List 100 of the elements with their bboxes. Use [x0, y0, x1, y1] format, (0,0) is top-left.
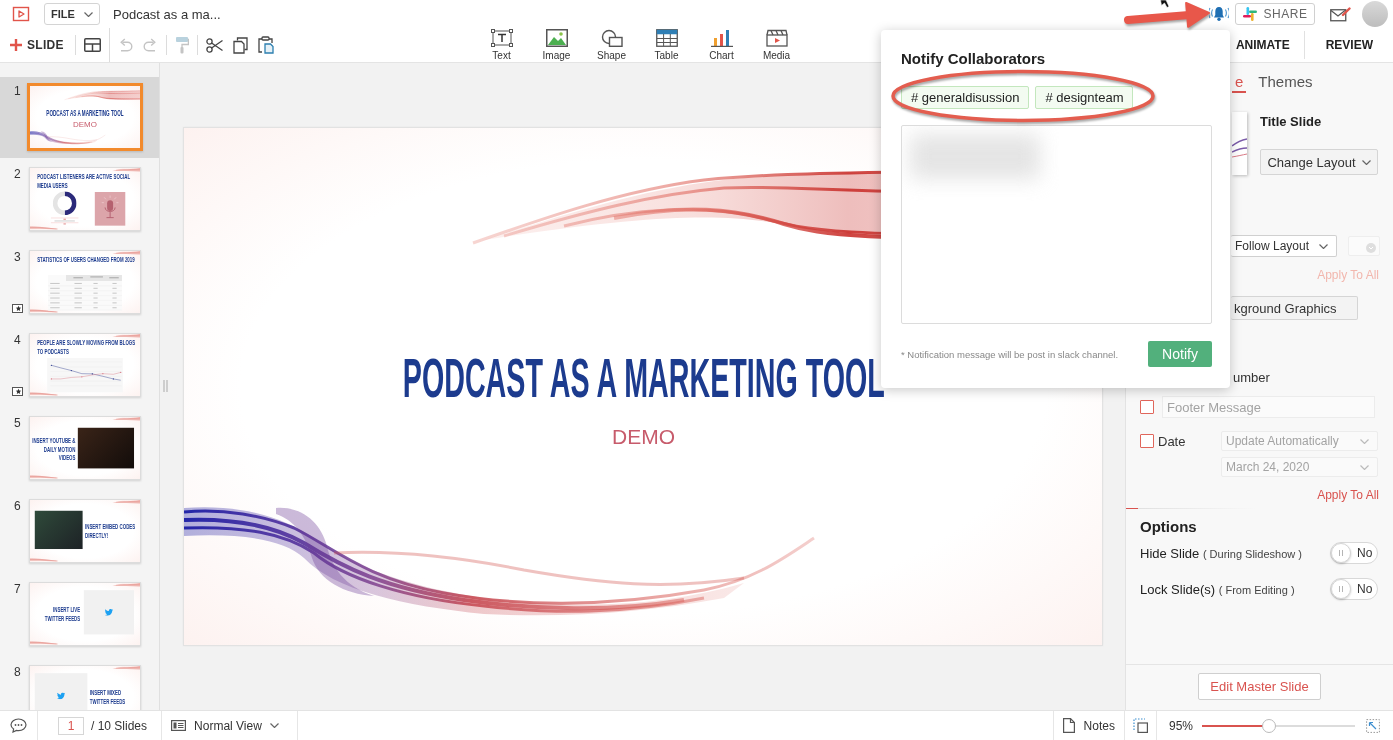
panel-tab[interactable]: e [1232, 73, 1247, 93]
toggle-switch[interactable]: No [1330, 578, 1378, 600]
slide-subtitle: DEMO [612, 423, 675, 450]
corner-wave-drawing [112, 168, 140, 172]
slide-title: INSERT LIVE TWITTER FEEDS [43, 605, 81, 623]
options-heading: Options [1139, 518, 1198, 535]
plus-icon [10, 39, 22, 51]
corner-wave-drawing [112, 583, 140, 587]
table-tool[interactable]: Table [639, 28, 694, 62]
clapperboard-icon [765, 28, 788, 47]
slide-thumbnail[interactable]: PEOPLE ARE SLOWLY MOVING FROM BLOGS TO PODCASTS [29, 333, 141, 397]
background-fill-select[interactable]: Follow Layout [1231, 235, 1337, 257]
toggle-switch[interactable]: No [1330, 542, 1378, 564]
popup-title: Notify Collaborators [901, 50, 1047, 68]
document-title: Podcast as a ma... [113, 6, 221, 22]
slide-thumbnail[interactable]: INSERT MIXED TWITTER FEEDS [29, 665, 141, 710]
user-avatar[interactable] [1362, 1, 1388, 27]
share-button[interactable]: SHARE [1235, 3, 1315, 25]
image-tool[interactable]: Image [529, 28, 584, 62]
menu-tab[interactable]: REVIEW [1303, 31, 1393, 59]
slide-title: PODCAST LISTENERS ARE ACTIVE SOCIAL MEDIA USERS [37, 172, 132, 190]
caret-icon [1360, 438, 1369, 444]
slide-thumbnail[interactable]: PODCAST LISTENERS ARE ACTIVE SOCIAL MEDIA USERS [29, 167, 141, 231]
slide-title: PODCAST AS A MARKETING TOOL [46, 108, 124, 118]
edit-master-slide-button[interactable]: Edit Master Slide [1198, 673, 1321, 700]
slide-thumbnail[interactable]: STATISTICS OF USERS CHANGED FROM 2019 [29, 250, 141, 314]
menu-tab[interactable]: ANIMATE [1215, 31, 1304, 59]
corner-wave-drawing [30, 392, 58, 396]
document-icon [1062, 718, 1075, 733]
message-field[interactable] [901, 125, 1212, 324]
comment-icon[interactable] [10, 718, 27, 733]
microphone-illustration [94, 191, 126, 226]
donut-slice [52, 191, 65, 216]
slide-title: PEOPLE ARE SLOWLY MOVING FROM BLOGS TO PODCASTS [37, 338, 136, 356]
image-icon [545, 28, 568, 47]
media-tool[interactable]: Media [749, 28, 804, 62]
slide-number: 1 [14, 84, 21, 98]
slide-thumbnail[interactable]: PODCAST AS A MARKETING TOOL DEMO [27, 83, 143, 151]
option-label: Lock Slide(s) ( From Editing ) [1140, 581, 1295, 597]
layout-name: Title Slide [1260, 114, 1322, 129]
toggle-knob-icon [1331, 579, 1351, 599]
panel-tab[interactable]: Themes [1255, 73, 1316, 93]
date-label: Date [1158, 433, 1186, 449]
copy-icon[interactable] [232, 36, 248, 54]
slide-title: PODCAST AS A MARKETING TOOL [402, 347, 885, 408]
slide-number: 8 [14, 665, 21, 679]
page-number-field[interactable]: 1 [58, 716, 84, 735]
corner-wave-drawing [112, 666, 140, 670]
chart-tool[interactable]: Chart [694, 28, 749, 62]
scissors-icon[interactable] [205, 37, 223, 53]
slide-thumbnail[interactable]: INSERT YOUTUBE & DAILY MOTION VIDEOS [29, 416, 141, 480]
background-graphics-button[interactable]: kground Graphics [1231, 296, 1358, 320]
color-picker-button[interactable] [1348, 236, 1380, 256]
slide-subtitle: DEMO [73, 119, 97, 129]
footer-message-field[interactable]: Footer Message [1162, 396, 1375, 418]
corner-wave-drawing [30, 558, 58, 562]
caret-icon [83, 11, 93, 17]
toggle-knob-icon [1331, 543, 1351, 563]
option-label: Hide Slide ( During Slideshow ) [1140, 545, 1302, 561]
change-layout-button[interactable]: Change Layout [1260, 149, 1378, 175]
slide-thumbnail[interactable]: INSERT EMBED CODES DIRECTLY! [29, 499, 141, 563]
envelope-pen-icon[interactable] [1330, 5, 1351, 23]
shape-tool[interactable]: Shape [584, 28, 639, 62]
footer-checkbox[interactable] [1140, 400, 1154, 414]
app-logo-icon [12, 6, 30, 22]
slide-number: 5 [14, 416, 21, 430]
slide-number: 7 [14, 582, 21, 596]
page-total: / 10 Slides [91, 718, 148, 733]
view-menu-button[interactable]: Normal View [171, 718, 279, 733]
zoom-level: 95% [1168, 718, 1193, 733]
text-tool[interactable]: Text [474, 28, 529, 62]
channel-tag: # generaldisussion [901, 86, 1030, 109]
apply-to-all-link[interactable]: Apply To All [1317, 488, 1379, 502]
layout-icon[interactable] [83, 38, 101, 52]
slide-number-label: umber [1233, 370, 1271, 385]
fullscreen-icon[interactable] [1366, 718, 1380, 733]
date-checkbox[interactable] [1140, 434, 1154, 448]
caret-icon [269, 723, 279, 728]
slides-view-icon [171, 720, 187, 731]
table-icon [655, 28, 678, 47]
fit-to-window-icon[interactable] [1132, 718, 1148, 733]
slide-title: INSERT MIXED TWITTER FEEDS [89, 688, 127, 706]
bird-icon [56, 692, 66, 700]
bird-icon [104, 608, 114, 616]
corner-wave-drawing [30, 475, 58, 479]
slide-thumbnail[interactable]: INSERT LIVE TWITTER FEEDS [29, 582, 141, 646]
slide-number: 2 [14, 167, 21, 181]
resize-handle-icon[interactable] [163, 380, 168, 392]
paste-icon[interactable] [257, 36, 274, 54]
corner-wave-drawing [112, 251, 140, 255]
slide-number: 6 [14, 499, 21, 513]
file-menu-button[interactable]: FILE [44, 3, 100, 25]
layout-thumbnail[interactable] [1232, 112, 1247, 175]
corner-wave-drawing [112, 417, 140, 421]
bar-chart-icon [710, 28, 733, 47]
notes-button[interactable]: Notes [1053, 718, 1124, 733]
slider-handle[interactable] [1262, 718, 1277, 733]
bell-icon[interactable] [1209, 5, 1229, 23]
slide-title: INSERT YOUTUBE & DAILY MOTION VIDEOS [31, 436, 76, 462]
new-slide-button[interactable]: SLIDE [10, 38, 64, 52]
